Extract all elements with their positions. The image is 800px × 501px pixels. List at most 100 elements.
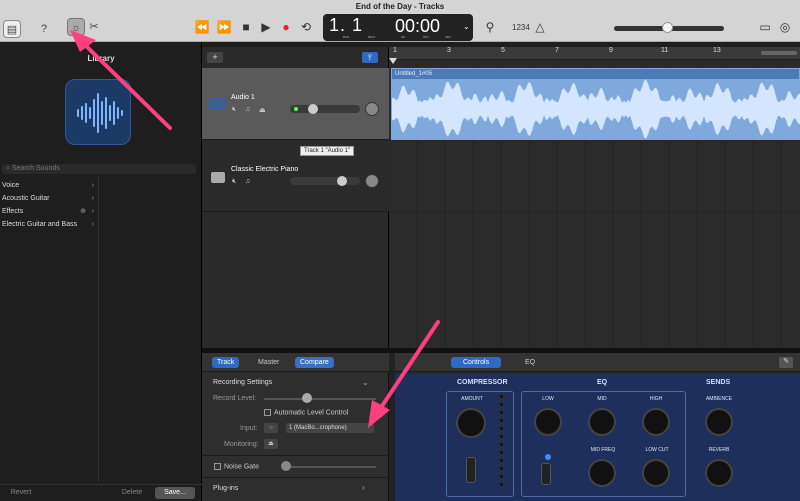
ruler-number: 3 bbox=[447, 47, 451, 54]
play-icon[interactable]: ▶ bbox=[256, 17, 276, 37]
notepad-icon[interactable]: ▭ bbox=[755, 17, 775, 37]
amount-knob[interactable] bbox=[456, 408, 486, 438]
compare-button[interactable]: Compare bbox=[295, 357, 334, 368]
monitoring-label: Monitoring: bbox=[224, 441, 259, 448]
lcd-display[interactable]: 1. 1 00:00 BAR BEAT HR MIN SEC ⌄ bbox=[323, 14, 473, 41]
tab-controls[interactable]: Controls bbox=[451, 357, 502, 368]
volume-knob[interactable] bbox=[337, 176, 347, 186]
category-acoustic-guitar[interactable]: Acoustic Guitar › bbox=[0, 192, 98, 205]
count-in-button[interactable]: 1234 bbox=[512, 23, 530, 32]
delete-button[interactable]: Delete bbox=[115, 487, 149, 499]
volume-slider[interactable] bbox=[290, 105, 360, 113]
plus-icon[interactable]: ⊕ bbox=[80, 205, 86, 218]
track-audio-1[interactable]: Audio 1 🔇︎ ♫ ⏏ bbox=[202, 68, 389, 140]
noise-gate-control[interactable]: Noise Gate bbox=[214, 463, 259, 470]
low-knob[interactable] bbox=[534, 408, 562, 436]
editors-scissors-icon[interactable]: ✂ bbox=[85, 18, 103, 36]
record-icon[interactable]: ● bbox=[276, 17, 296, 37]
recording-settings-title: Recording Settings bbox=[213, 379, 273, 386]
category-effects[interactable]: Effects ⊕ › bbox=[0, 205, 98, 218]
tab-eq[interactable]: EQ bbox=[520, 357, 540, 368]
ruler[interactable]: 1 3 5 7 9 11 13 bbox=[389, 47, 800, 60]
region-name: Untitled_1#05 bbox=[395, 71, 433, 77]
headphones-icon[interactable]: ♫ bbox=[245, 106, 250, 113]
category-label: Voice bbox=[2, 182, 20, 189]
high-knob[interactable] bbox=[642, 408, 670, 436]
smart-controls-icon[interactable]: ☼ bbox=[67, 18, 85, 36]
noise-gate-knob[interactable] bbox=[281, 461, 291, 471]
revert-button[interactable]: Revert bbox=[4, 487, 38, 499]
eq-title: EQ bbox=[597, 379, 608, 386]
mute-icon[interactable]: 🔇︎ bbox=[232, 178, 236, 186]
mid-knob[interactable] bbox=[588, 408, 616, 436]
low-cut-knob[interactable] bbox=[642, 459, 670, 487]
loops-icon[interactable]: ◎ bbox=[775, 17, 795, 37]
meter-led bbox=[499, 426, 504, 431]
category-electric-guitar-bass[interactable]: Electric Guitar and Bass › bbox=[0, 218, 98, 231]
recording-settings-panel bbox=[202, 372, 389, 501]
pan-knob[interactable] bbox=[365, 102, 379, 116]
pan-knob[interactable] bbox=[365, 174, 379, 188]
chevron-right-icon: › bbox=[91, 182, 94, 189]
compressor-toggle-switch[interactable] bbox=[466, 457, 476, 483]
library-title: Library bbox=[87, 54, 115, 63]
search-sounds-input[interactable]: ⌕ Search Sounds bbox=[2, 164, 196, 174]
smart-tempo-icon[interactable]: ⫯ bbox=[362, 52, 378, 63]
mid-freq-knob[interactable] bbox=[588, 459, 616, 487]
record-level-knob[interactable] bbox=[302, 393, 312, 403]
volume-slider[interactable] bbox=[290, 177, 360, 185]
add-track-button[interactable]: + bbox=[207, 52, 223, 63]
stop-icon[interactable]: ■ bbox=[236, 17, 256, 37]
track-classic-electric-piano[interactable]: Classic Electric Piano 🔇︎ ♫ bbox=[202, 140, 389, 212]
meter-led bbox=[499, 418, 504, 423]
mono-stereo-icon[interactable]: ○ bbox=[264, 423, 278, 433]
lcd-sec-label: SEC bbox=[445, 35, 452, 39]
audio-region[interactable]: Untitled_1#05 bbox=[391, 68, 800, 140]
rewind-icon[interactable]: ⏪ bbox=[192, 17, 212, 37]
help-icon[interactable]: ? bbox=[35, 20, 53, 38]
tab-master[interactable]: Master bbox=[253, 357, 284, 368]
auto-level-control[interactable]: Automatic Level Control bbox=[264, 409, 348, 416]
mute-icon[interactable]: 🔇︎ bbox=[232, 106, 236, 114]
forward-icon[interactable]: ⏩ bbox=[214, 17, 234, 37]
auto-level-checkbox[interactable] bbox=[264, 409, 271, 416]
ruler-number: 7 bbox=[555, 47, 559, 54]
reverb-knob[interactable] bbox=[705, 459, 733, 487]
cycle-icon[interactable]: ⟲ bbox=[296, 17, 316, 37]
chevron-down-icon[interactable]: ⌄ bbox=[463, 22, 470, 31]
master-volume-knob[interactable] bbox=[662, 22, 673, 33]
zoom-slider[interactable] bbox=[761, 51, 797, 55]
track-name: Classic Electric Piano bbox=[231, 166, 299, 173]
chevron-right-icon[interactable]: › bbox=[362, 483, 365, 492]
save-button[interactable]: Save... bbox=[155, 487, 195, 499]
category-voice[interactable]: Voice › bbox=[0, 179, 98, 192]
category-label: Acoustic Guitar bbox=[2, 195, 50, 202]
input-select[interactable]: 1 (MacBo...crophone) bbox=[286, 423, 374, 433]
noise-gate-slider[interactable] bbox=[284, 466, 376, 468]
plugins-title: Plug-ins bbox=[213, 485, 239, 492]
ruler-number: 5 bbox=[501, 47, 505, 54]
low-label: LOW bbox=[542, 396, 554, 402]
record-level-slider[interactable] bbox=[264, 398, 376, 400]
category-label: Electric Guitar and Bass bbox=[2, 221, 78, 228]
edit-pencil-icon[interactable]: ✎ bbox=[779, 357, 793, 368]
eq-toggle-switch[interactable] bbox=[541, 463, 551, 485]
library-icon[interactable]: ▤ bbox=[3, 20, 21, 38]
noise-gate-checkbox[interactable] bbox=[214, 463, 221, 470]
monitoring-icon[interactable]: ⏏ bbox=[264, 439, 278, 449]
ambience-knob[interactable] bbox=[705, 408, 733, 436]
headphones-icon[interactable]: ♫ bbox=[245, 178, 250, 185]
metronome-icon[interactable]: △ bbox=[530, 17, 550, 37]
high-label: HIGH bbox=[649, 396, 663, 402]
tab-track[interactable]: Track bbox=[212, 357, 240, 368]
divider bbox=[202, 455, 389, 456]
level-led bbox=[294, 107, 298, 111]
playhead-icon[interactable] bbox=[389, 58, 397, 64]
volume-knob[interactable] bbox=[308, 104, 318, 114]
chevron-down-icon[interactable]: ⌄ bbox=[362, 378, 369, 387]
library-panel: Library ⌕ Search Sounds Voice › Acoustic … bbox=[0, 42, 202, 501]
tuner-icon[interactable]: ⚲ bbox=[480, 17, 500, 37]
meter-led bbox=[499, 466, 504, 471]
input-monitor-icon[interactable]: ⏏ bbox=[259, 106, 266, 114]
meter-led bbox=[499, 458, 504, 463]
